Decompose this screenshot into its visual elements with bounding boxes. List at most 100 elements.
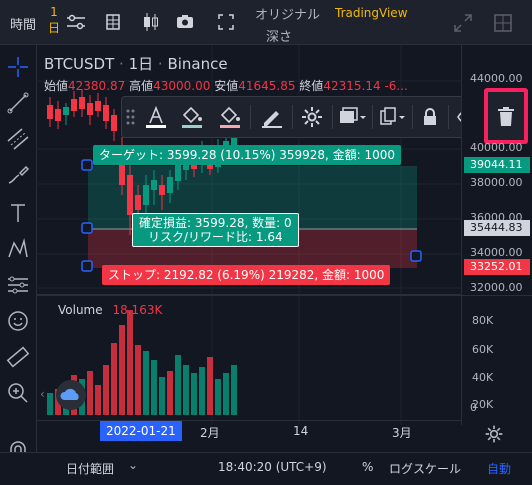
camera-icon[interactable] — [176, 14, 194, 29]
low-label: 安値 — [214, 79, 239, 93]
stop-fill-color-icon[interactable] — [218, 105, 242, 129]
volume-scale-label: 40K — [472, 371, 494, 384]
open-label: 始値 — [44, 79, 69, 93]
volume-legend: Volume 18.163K — [58, 303, 162, 317]
volume-bar — [95, 385, 101, 415]
volume-bar — [47, 393, 53, 415]
price-label: 34000.00 — [470, 246, 523, 259]
price-label: 40000.00 — [470, 141, 523, 154]
volume-bar — [215, 379, 221, 415]
cloud-logo-icon — [60, 388, 79, 400]
lock-icon[interactable] — [418, 105, 442, 129]
candle-body — [47, 105, 53, 119]
candle-body — [127, 175, 133, 215]
interval-number: 1 — [50, 5, 58, 19]
settings-gear-icon[interactable] — [300, 105, 324, 129]
target-label[interactable]: ターゲット: 3599.28 (10.15%) 359928, 金額: 1000 — [93, 145, 402, 165]
price-label: 32000.00 — [470, 281, 523, 294]
symbol-exchange: Binance — [167, 55, 228, 73]
volume-bar — [87, 371, 93, 415]
volume-bar — [159, 377, 165, 415]
candlestick-icon[interactable] — [142, 12, 160, 32]
candle-body — [87, 103, 93, 115]
zoom-in-icon[interactable] — [6, 381, 30, 405]
pnl-line: 確定損益: 3599.28, 数量: 0 — [139, 216, 292, 230]
log-scale-toggle[interactable]: ログスケール — [389, 460, 461, 477]
interval-selector[interactable]: 1 日 — [46, 4, 62, 36]
candle-body — [143, 185, 149, 205]
tradingview-tab[interactable]: TradingView — [335, 6, 408, 20]
date-range-button[interactable]: 日付範囲 — [66, 460, 114, 477]
volume-scale-label: 0 — [470, 401, 477, 414]
visual-order-icon[interactable] — [338, 105, 368, 129]
chart-settings-icon[interactable] — [484, 424, 504, 444]
pattern-icon[interactable] — [6, 237, 30, 261]
indicator-settings-icon[interactable] — [66, 14, 86, 30]
low-value: 41645.85 — [238, 79, 296, 93]
ruler-icon[interactable] — [6, 345, 30, 369]
volume-bar — [151, 360, 157, 415]
entry-handle-left — [81, 222, 93, 234]
chart-area[interactable]: BTCUSDT · 1日 · Binance 始値42380.87 高値4300… — [36, 45, 461, 425]
time-label[interactable]: 時間 — [10, 14, 36, 33]
volume-label: Volume — [58, 303, 103, 317]
drawing-toolbar — [0, 45, 37, 465]
volume-bar — [199, 367, 205, 415]
volume-bar — [143, 351, 149, 415]
high-value: 43000.00 — [153, 79, 211, 93]
ohlc-legend: 始値42380.87 高値43000.00 安値41645.85 終値42315… — [44, 77, 408, 94]
candle-body — [151, 180, 157, 190]
volume-bar — [135, 345, 141, 415]
crosshair-icon[interactable] — [6, 55, 30, 79]
time-label: 14 — [293, 424, 309, 438]
emoji-icon[interactable] — [6, 309, 30, 333]
volume-bar — [127, 310, 133, 415]
auto-scale-toggle[interactable]: 自動 — [487, 460, 511, 477]
stop-label[interactable]: ストップ: 2192.82 (6.19%) 219282, 金額: 1000 — [102, 265, 391, 285]
candle-body — [71, 99, 77, 111]
symbol-name: BTCUSDT — [44, 55, 115, 73]
depth-tab[interactable]: 深さ — [266, 26, 292, 45]
volume-bar — [167, 371, 173, 415]
collapse-arrow-icon[interactable]: ‹ — [40, 387, 45, 401]
pencil-icon[interactable] — [260, 105, 284, 129]
clock-time[interactable]: 18:40:20 (UTC+9) — [218, 460, 327, 474]
change-value: -6... — [384, 79, 408, 93]
candle-body — [63, 107, 69, 115]
expand-icon[interactable] — [454, 14, 472, 32]
text-color-icon[interactable] — [144, 105, 168, 129]
candle-body — [159, 185, 165, 195]
close-value: 42315.14 — [323, 79, 381, 93]
chevron-down-icon[interactable]: ⌄ — [128, 458, 138, 472]
candle-body — [175, 165, 181, 181]
pnl-label[interactable]: 確定損益: 3599.28, 数量: 0 リスク/リワード比: 1.64 — [132, 213, 299, 247]
drag-handle-icon[interactable] — [126, 109, 136, 125]
stop-price-badge: 33252.01 — [464, 259, 530, 275]
volume-bar — [111, 343, 117, 415]
candle-body — [135, 195, 141, 210]
close-label: 終値 — [299, 79, 324, 93]
price-label: 44000.00 — [470, 72, 523, 85]
candle-body — [79, 97, 85, 109]
trend-line-icon[interactable] — [6, 91, 30, 115]
channel-icon[interactable] — [6, 127, 30, 151]
brush-icon[interactable] — [6, 163, 30, 187]
entry-handle-right — [410, 250, 422, 262]
time-axis[interactable]: 2022-01-21 2月 14 3月 — [36, 420, 461, 445]
price-scale[interactable]: 44000.00 40000.00 38000.00 36000.00 3400… — [461, 45, 532, 425]
target-price-badge: 39044.11 — [464, 157, 530, 173]
tradingview-logo[interactable] — [56, 380, 86, 410]
fullscreen-icon[interactable] — [218, 14, 234, 30]
open-value: 42380.87 — [68, 79, 126, 93]
measure-icon[interactable] — [6, 273, 30, 297]
text-tool-icon[interactable] — [6, 201, 30, 225]
clone-icon[interactable] — [378, 105, 408, 129]
layout-grid-icon[interactable] — [106, 14, 120, 30]
top-toolbar: 時間 1 日 オリジナル TradingView 深さ — [0, 0, 532, 45]
drawing-properties-toolbar — [121, 96, 461, 138]
original-chart-tab[interactable]: オリジナル — [255, 4, 320, 23]
fill-color-icon[interactable] — [180, 105, 204, 129]
percent-toggle[interactable]: % — [362, 460, 373, 474]
chart-layout-icon[interactable] — [494, 14, 512, 32]
crosshair-date-label: 2022-01-21 — [100, 421, 182, 441]
